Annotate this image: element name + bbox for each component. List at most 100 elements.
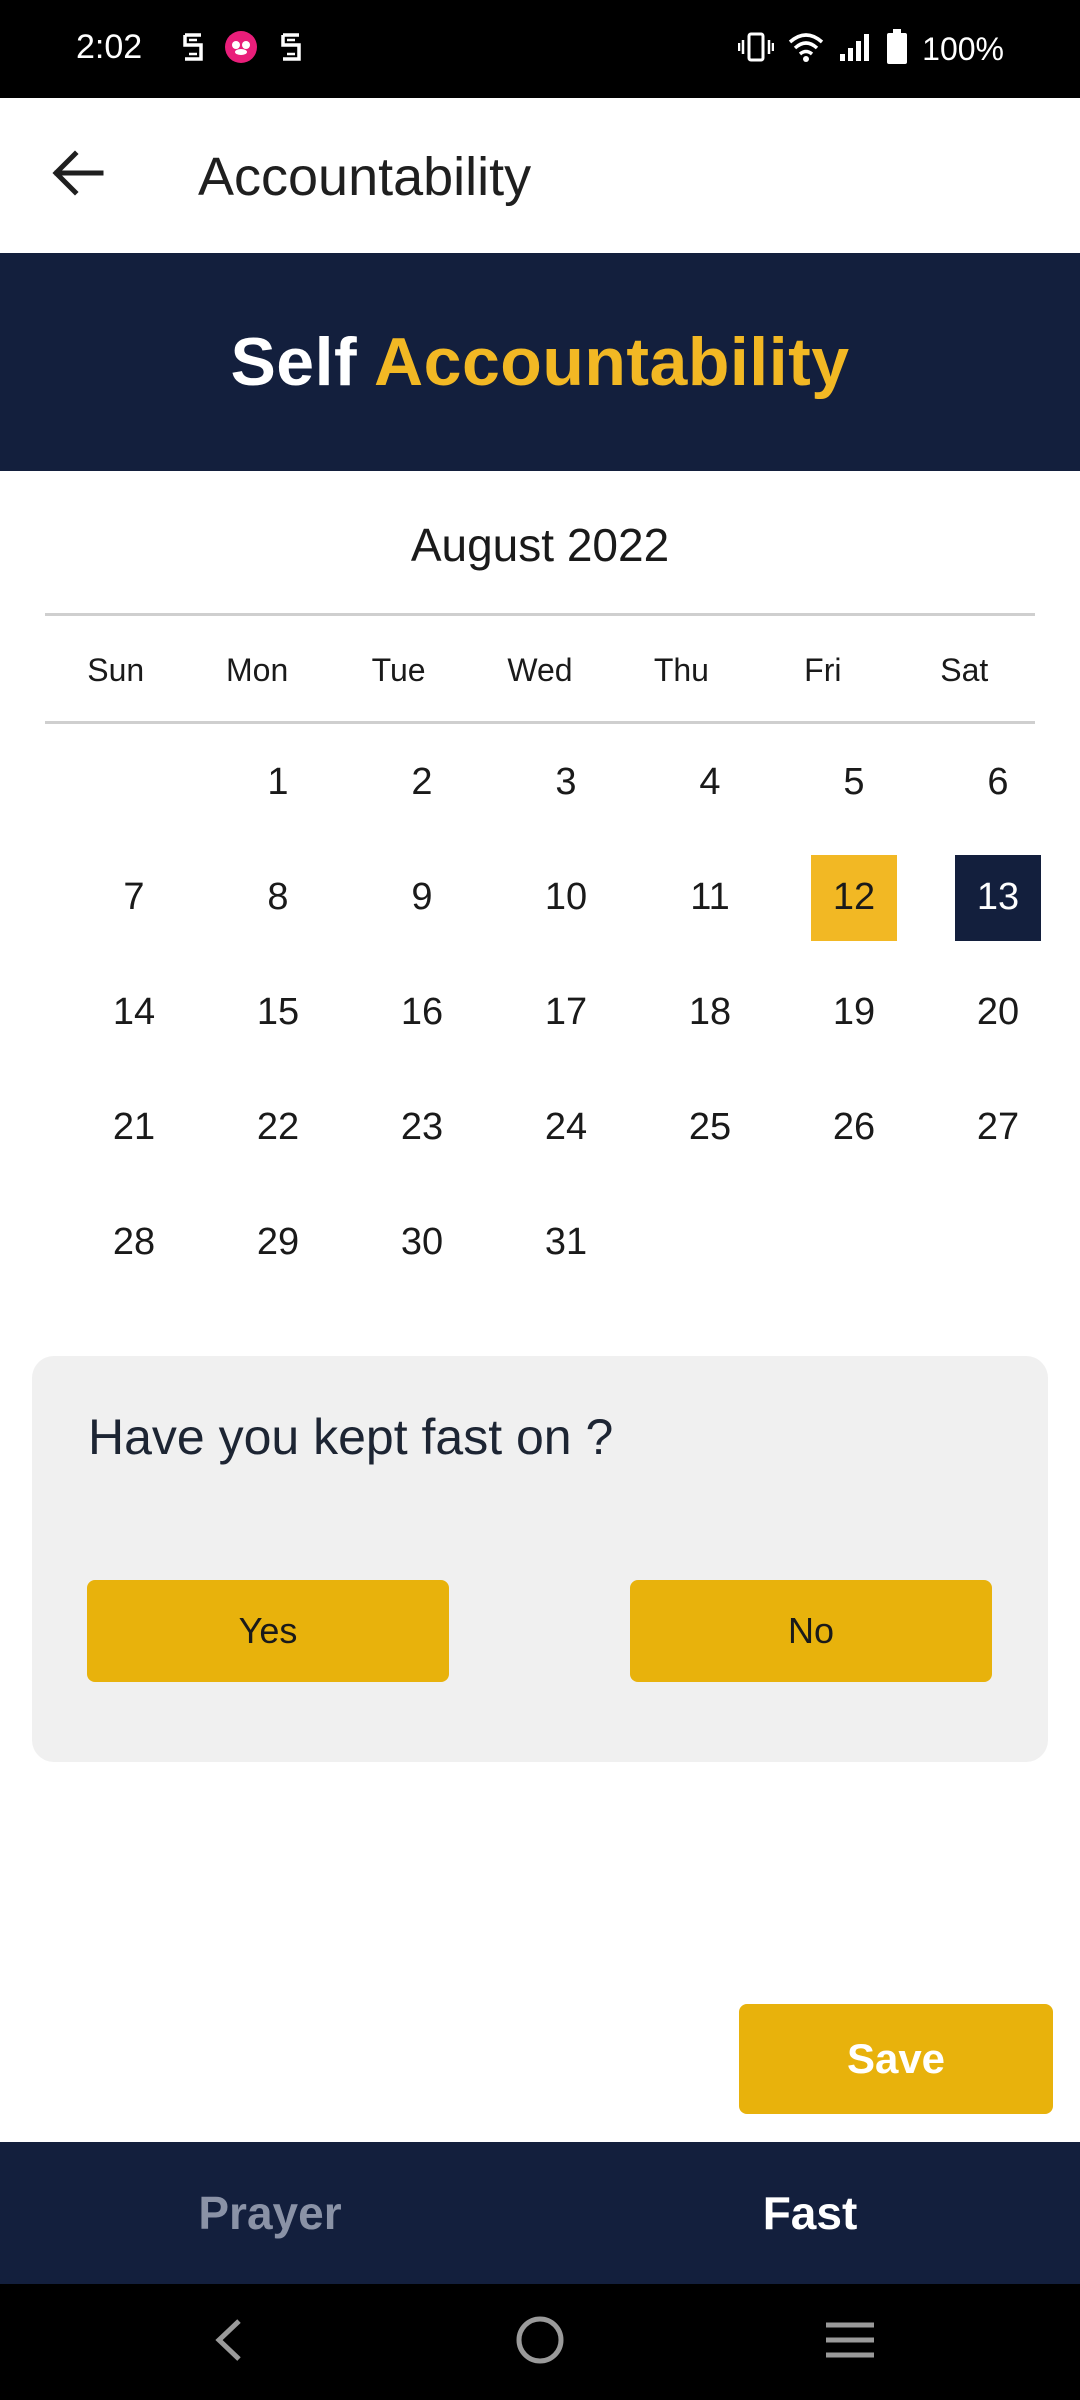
banner-word-self: Self <box>230 324 358 400</box>
calendar-day[interactable]: 14 <box>62 955 206 1070</box>
tab-prayer[interactable]: Prayer <box>0 2142 540 2284</box>
calendar-day-number: 1 <box>267 761 289 803</box>
battery-percent: 100% <box>922 30 1004 67</box>
calendar-day[interactable]: 7 <box>62 840 206 955</box>
status-bar: 2:02 100% <box>0 0 1080 98</box>
s-logo-icon <box>176 30 210 64</box>
calendar-day[interactable]: 9 <box>350 840 494 955</box>
calendar-day-number: 24 <box>544 1106 588 1148</box>
calendar-day[interactable]: 29 <box>206 1185 350 1300</box>
calendar-day-number: 17 <box>544 991 588 1033</box>
calendar-day[interactable]: 23 <box>350 1070 494 1185</box>
system-nav-bar <box>0 2284 1080 2400</box>
calendar-day[interactable]: 1 <box>206 725 350 840</box>
calendar-day-number: 29 <box>256 1221 300 1263</box>
no-button[interactable]: No <box>630 1580 992 1682</box>
calendar-day-number: 9 <box>411 876 433 918</box>
banner-title: Self Accountability <box>230 323 849 401</box>
calendar-day[interactable]: 28 <box>62 1185 206 1300</box>
calendar-day-number: 11 <box>690 876 730 918</box>
calendar-day[interactable]: 31 <box>494 1185 638 1300</box>
question-card: Have you kept fast on ? Yes No <box>32 1356 1048 1762</box>
calendar-day-number: 18 <box>688 991 732 1033</box>
nav-home-icon <box>515 2315 565 2370</box>
weekday-label: Mon <box>226 652 289 688</box>
calendar-day-number: 19 <box>832 991 876 1033</box>
bottom-tab-bar: Prayer Fast <box>0 2142 1080 2284</box>
calendar-day[interactable]: 24 <box>494 1070 638 1185</box>
calendar-day[interactable]: 12 <box>782 840 926 955</box>
calendar-day[interactable]: 22 <box>206 1070 350 1185</box>
calendar-day[interactable]: 4 <box>638 725 782 840</box>
calendar-day-number: 16 <box>400 991 444 1033</box>
battery-icon <box>886 28 908 70</box>
tab-fast[interactable]: Fast <box>540 2142 1080 2284</box>
wifi-icon <box>788 32 824 67</box>
vibrate-icon <box>737 31 775 68</box>
s-logo-icon <box>274 30 308 64</box>
calendar-day-number: 23 <box>400 1106 444 1148</box>
weekday-label: Thu <box>653 652 709 688</box>
calendar-day-number: 20 <box>976 991 1020 1033</box>
yes-button[interactable]: Yes <box>87 1580 449 1682</box>
calendar-day-number: 2 <box>411 761 433 803</box>
calendar-day[interactable]: 10 <box>494 840 638 955</box>
calendar-day-number: 10 <box>544 876 588 918</box>
system-status-icons: 100% <box>737 24 1004 74</box>
calendar-divider <box>45 721 1035 724</box>
calendar-day[interactable]: 17 <box>494 955 638 1070</box>
calendar-day-number: 12 <box>811 854 897 941</box>
nav-recents-icon <box>824 2320 876 2365</box>
calendar-day[interactable]: 8 <box>206 840 350 955</box>
weekday-label: Wed <box>507 652 573 688</box>
status-time: 2:02 <box>76 28 143 66</box>
nav-recents-button[interactable] <box>810 2304 890 2380</box>
arrow-back-icon <box>52 149 104 201</box>
calendar-weekday-header: Sun Mon Tue Wed Thu Fri Sat <box>45 620 1035 720</box>
calendar-day[interactable]: 18 <box>638 955 782 1070</box>
pink-app-icon <box>224 30 258 64</box>
calendar-day[interactable]: 20 <box>926 955 1070 1070</box>
calendar-day-number: 14 <box>112 991 156 1033</box>
calendar-day-number: 5 <box>843 761 865 803</box>
calendar-day-number: 6 <box>987 761 1009 803</box>
calendar-day[interactable]: 11 <box>638 840 782 955</box>
calendar-day[interactable]: 5 <box>782 725 926 840</box>
calendar-day[interactable]: 27 <box>926 1070 1070 1185</box>
calendar-empty-cell <box>62 725 206 840</box>
calendar-day[interactable]: 21 <box>62 1070 206 1185</box>
nav-home-button[interactable] <box>500 2304 580 2380</box>
save-button[interactable]: Save <box>739 2004 1053 2114</box>
calendar-day-number: 21 <box>112 1106 156 1148</box>
calendar-day[interactable]: 26 <box>782 1070 926 1185</box>
calendar-day[interactable]: 15 <box>206 955 350 1070</box>
nav-back-button[interactable] <box>188 2304 268 2380</box>
back-button[interactable] <box>40 142 116 208</box>
signal-icon <box>838 32 872 67</box>
weekday-label: Fri <box>804 652 842 688</box>
calendar-day[interactable]: 6 <box>926 725 1070 840</box>
calendar-day-grid: 1 2 3 4 5 6 7 8 9 10 11 12 13 14 15 16 17 18 19 20 21 22 23 24 2… <box>62 725 1078 1300</box>
banner-word-accountability: Accountability <box>374 324 850 400</box>
calendar-day-number: 31 <box>544 1221 588 1263</box>
calendar-day[interactable]: 19 <box>782 955 926 1070</box>
page-title: Accountability <box>198 147 532 207</box>
calendar-day[interactable]: 25 <box>638 1070 782 1185</box>
calendar-day-number: 26 <box>832 1106 876 1148</box>
calendar-month-label: August 2022 <box>410 519 670 571</box>
calendar-day[interactable]: 16 <box>350 955 494 1070</box>
calendar-day-number: 13 <box>955 854 1041 941</box>
calendar-day-number: 7 <box>123 876 145 918</box>
app-bar: Accountability <box>0 98 1080 253</box>
calendar-day[interactable]: 2 <box>350 725 494 840</box>
nav-back-icon <box>211 2317 245 2368</box>
weekday-label: Sat <box>940 652 989 688</box>
weekday-label: Sun <box>87 652 145 688</box>
question-text: Have you kept fast on ? <box>88 1409 614 1465</box>
calendar-day[interactable]: 3 <box>494 725 638 840</box>
calendar-day-number: 28 <box>112 1221 156 1263</box>
calendar-day-number: 30 <box>400 1221 444 1263</box>
calendar-day[interactable]: 30 <box>350 1185 494 1300</box>
calendar-day-number: 27 <box>976 1106 1020 1148</box>
calendar-day[interactable]: 13 <box>926 840 1070 955</box>
